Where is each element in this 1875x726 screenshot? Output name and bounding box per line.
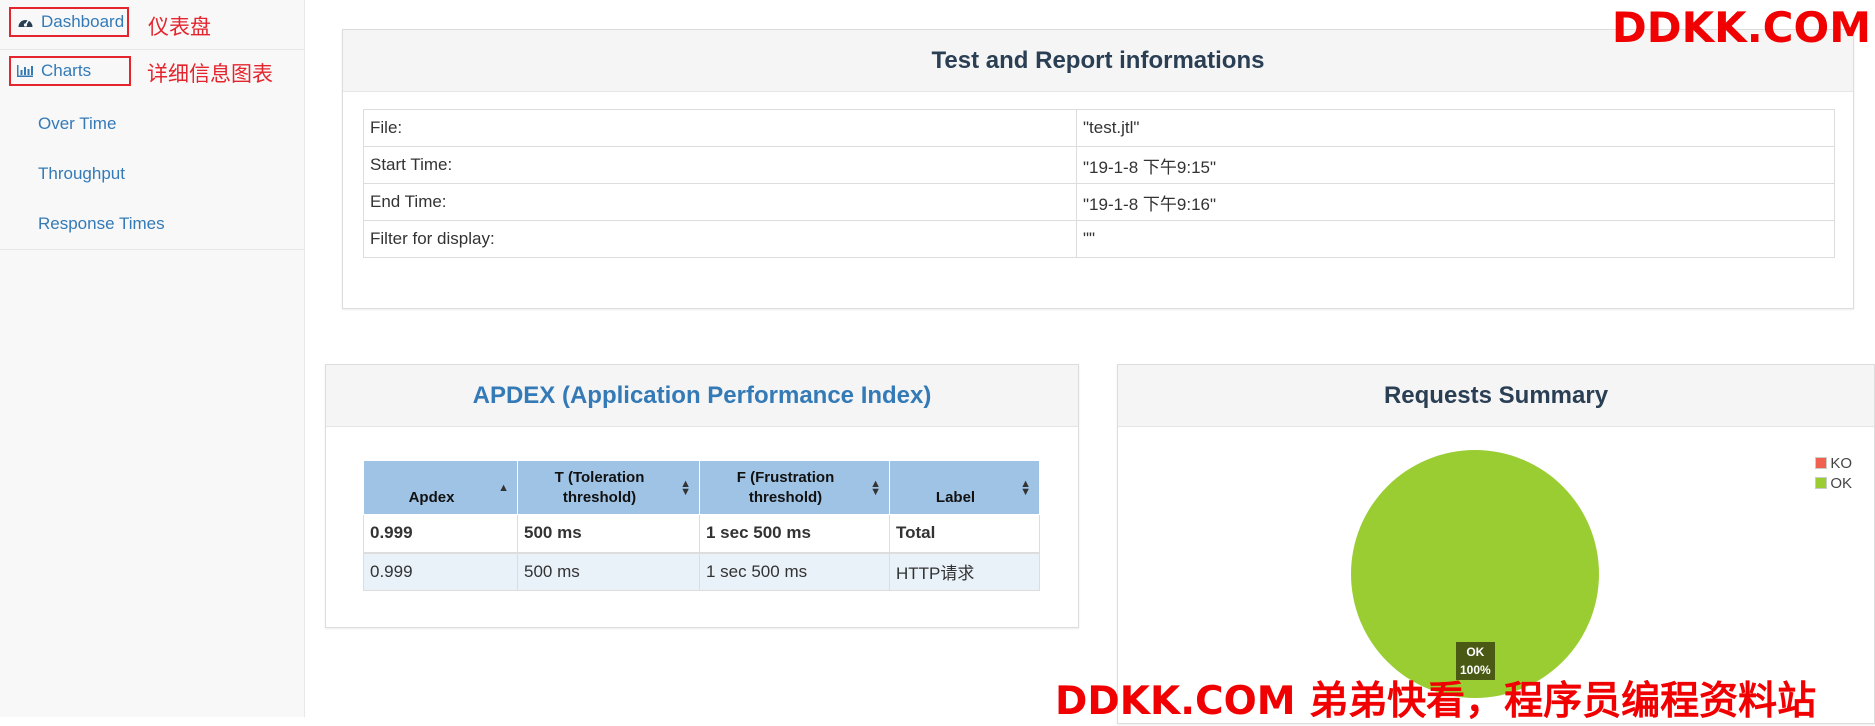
info-value: "" (1076, 220, 1835, 258)
legend-item-ok[interactable]: OK (1815, 473, 1852, 493)
label-value: Total (889, 514, 1040, 554)
charts-label: Charts (41, 61, 92, 80)
frustration-value: 1 sec 500 ms (699, 514, 890, 554)
sidebar-item-over-time[interactable]: Over Time (38, 114, 116, 134)
table-row: Start Time: "19-1-8 下午9:15" (363, 146, 1835, 184)
sort-icon: ▲ ▼ (680, 477, 691, 498)
col-header-toleration[interactable]: T (Toleration threshold) ▲ ▼ (517, 460, 700, 515)
sidebar-item-response-times[interactable]: Response Times (38, 214, 165, 234)
bar-chart-icon (15, 61, 35, 81)
info-key: File: (363, 109, 1077, 147)
table-row: 0.999 500 ms 1 sec 500 ms HTTP请求 (363, 552, 1040, 591)
legend-item-ko[interactable]: KO (1815, 453, 1852, 473)
info-key: Start Time: (363, 146, 1077, 184)
watermark-top: DDKK.COM (1611, 3, 1871, 52)
apdex-header-row: Apdex ▲ T (Toleration threshold) ▲ ▼ F (F… (363, 460, 1040, 515)
toleration-value: 500 ms (517, 552, 700, 591)
apdex-value: 0.999 (363, 514, 518, 554)
apdex-panel: APDEX (Application Performance Index) Ap… (325, 364, 1079, 628)
info-value: "test.jtl" (1076, 109, 1835, 147)
requests-summary-title: Requests Summary (1118, 365, 1874, 427)
sidebar-item-throughput[interactable]: Throughput (38, 164, 125, 184)
info-key: End Time: (363, 183, 1077, 221)
col-header-apdex[interactable]: Apdex ▲ (363, 460, 518, 515)
legend-swatch (1815, 457, 1828, 469)
watermark-bottom: DDKK.COM 弟弟快看，程序员编程资料站 (1055, 679, 1817, 724)
test-info-table: File: "test.jtl" Start Time: "19-1-8 下午9… (363, 109, 1835, 258)
charts-link[interactable]: Charts (9, 56, 131, 86)
apdex-table: Apdex ▲ T (Toleration threshold) ▲ ▼ F (F… (363, 460, 1040, 591)
sidebar: Dashboard Charts Over Time Throughput Re… (0, 0, 305, 717)
info-value: "19-1-8 下午9:16" (1076, 183, 1835, 221)
apdex-value: 0.999 (363, 552, 518, 591)
legend-swatch (1815, 477, 1828, 489)
info-value: "19-1-8 下午9:15" (1076, 146, 1835, 184)
sort-icon: ▲ ▼ (870, 477, 881, 498)
table-row: 0.999 500 ms 1 sec 500 ms Total (363, 514, 1040, 554)
dashboard-link[interactable]: Dashboard (9, 7, 129, 37)
test-info-panel: Test and Report informations File: "test… (342, 29, 1854, 309)
table-row: End Time: "19-1-8 下午9:16" (363, 183, 1835, 221)
col-header-label[interactable]: Label ▲ ▼ (889, 460, 1040, 515)
table-row: Filter for display: "" (363, 220, 1835, 258)
apdex-title: APDEX (Application Performance Index) (326, 365, 1078, 427)
table-row: File: "test.jtl" (363, 109, 1835, 147)
pie-legend[interactable]: KO OK (1815, 453, 1852, 493)
sidebar-divider (0, 249, 305, 250)
toleration-value: 500 ms (517, 514, 700, 554)
charts-annotation: 详细信息图表 (147, 62, 273, 86)
dashboard-gauge-icon (15, 12, 35, 32)
col-header-frustration[interactable]: F (Frustration threshold) ▲ ▼ (699, 460, 890, 515)
info-key: Filter for display: (363, 220, 1077, 258)
dashboard-annotation: 仪表盘 (148, 15, 211, 39)
sort-icon: ▲ ▼ (1020, 477, 1031, 498)
label-value: HTTP请求 (889, 552, 1040, 591)
sort-asc-icon: ▲ (498, 481, 509, 494)
frustration-value: 1 sec 500 ms (699, 552, 890, 591)
dashboard-label: Dashboard (41, 12, 125, 31)
